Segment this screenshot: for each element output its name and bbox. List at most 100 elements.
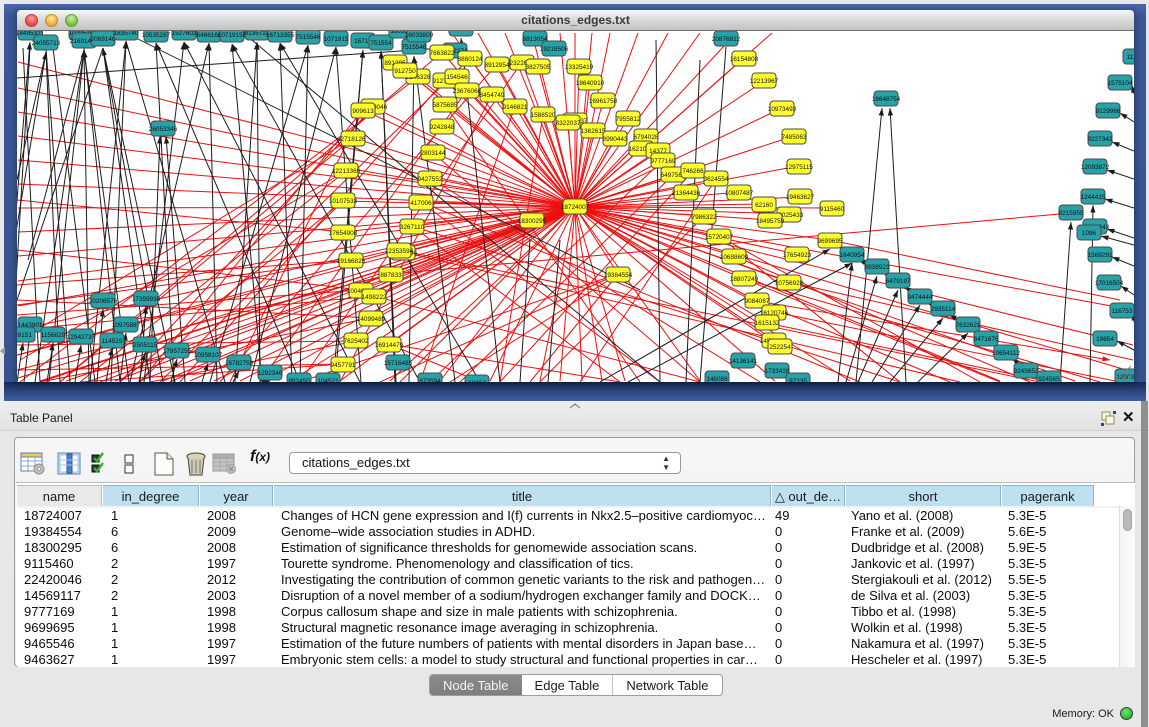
svg-text:12213369: 12213369 [332, 168, 361, 175]
svg-text:1292346: 1292346 [258, 370, 283, 377]
svg-text:12353594: 12353594 [385, 248, 414, 255]
svg-text:7986322: 7986322 [692, 214, 717, 221]
svg-text:9245652: 9245652 [1014, 368, 1039, 375]
svg-text:10654112: 10654112 [992, 350, 1020, 357]
svg-text:97235: 97235 [789, 378, 807, 382]
svg-text:10975887: 10975887 [112, 322, 141, 329]
svg-text:417006: 417006 [410, 200, 432, 207]
svg-text:12213967: 12213967 [750, 78, 779, 85]
svg-text:8322037: 8322037 [556, 120, 581, 127]
svg-text:1156829: 1156829 [41, 332, 66, 339]
svg-text:16033809: 16033809 [405, 32, 434, 39]
svg-text:8938923: 8938923 [865, 264, 890, 271]
svg-text:146086: 146086 [706, 376, 728, 382]
svg-text:1096: 1096 [1082, 230, 1097, 237]
svg-text:992450: 992450 [288, 378, 310, 382]
svg-text:19166825: 19166825 [337, 258, 366, 265]
svg-text:8990443: 8990443 [603, 136, 628, 143]
svg-text:1498222: 1498222 [362, 294, 387, 301]
svg-text:7515546: 7515546 [296, 34, 321, 41]
svg-text:924565: 924565 [1038, 376, 1060, 382]
svg-text:2803144: 2803144 [421, 150, 446, 157]
svg-text:873594: 873594 [419, 378, 441, 382]
svg-text:8215955: 8215955 [1059, 210, 1084, 217]
svg-text:19654: 19654 [1096, 336, 1114, 343]
svg-text:7955812: 7955812 [616, 116, 641, 123]
svg-text:10535287: 10535287 [142, 32, 171, 39]
svg-text:6794028: 6794028 [634, 134, 659, 141]
svg-text:12093872: 12093872 [1081, 164, 1110, 171]
svg-text:24055713: 24055713 [32, 40, 61, 47]
svg-text:1362615: 1362615 [581, 128, 606, 135]
svg-text:116753: 116753 [1112, 308, 1133, 315]
svg-text:10958107: 10958107 [194, 352, 223, 359]
svg-text:16782759: 16782759 [225, 360, 254, 367]
svg-text:17654923: 17654923 [783, 252, 812, 259]
svg-text:14136141: 14136141 [729, 358, 758, 365]
svg-text:1071915: 1071915 [324, 36, 349, 43]
svg-text:3827505: 3827505 [526, 64, 551, 71]
svg-text:114519: 114519 [102, 338, 123, 345]
svg-text:1569291: 1569291 [1088, 252, 1113, 259]
svg-text:10464: 10464 [468, 380, 486, 382]
svg-text:18300295: 18300295 [518, 218, 547, 225]
svg-text:17957255: 17957255 [163, 348, 192, 355]
svg-text:18640910: 18640910 [576, 80, 605, 87]
svg-text:18495759: 18495759 [756, 218, 785, 225]
svg-text:8454749: 8454749 [480, 92, 505, 99]
svg-text:1588520: 1588520 [531, 112, 556, 119]
svg-text:18724007: 18724007 [561, 204, 590, 211]
svg-text:909613: 909613 [352, 108, 374, 115]
svg-text:9084067: 9084067 [745, 298, 770, 305]
svg-text:154546: 154546 [446, 74, 468, 81]
svg-text:1733426: 1733426 [765, 368, 790, 375]
svg-text:1835740: 1835740 [114, 31, 139, 37]
svg-text:14099489: 14099489 [357, 316, 386, 323]
svg-text:62160: 62160 [755, 202, 773, 209]
svg-text:751554: 751554 [370, 40, 392, 47]
svg-text:20206576: 20206576 [89, 298, 118, 305]
svg-text:7632621: 7632621 [956, 322, 981, 329]
svg-text:2935114: 2935114 [931, 306, 956, 313]
svg-text:26053346: 26053346 [149, 126, 178, 133]
svg-text:10973493: 10973493 [768, 106, 797, 113]
svg-text:9129966: 9129966 [1096, 108, 1121, 115]
svg-text:19384554: 19384554 [604, 272, 633, 279]
svg-text:10688609: 10688609 [720, 254, 749, 261]
svg-text:7625402: 7625402 [344, 338, 369, 345]
svg-text:3267110: 3267110 [400, 224, 425, 231]
svg-text:16648754: 16648754 [872, 96, 901, 103]
svg-text:17654908: 17654908 [329, 230, 358, 237]
svg-text:5875685: 5875685 [433, 102, 458, 109]
svg-text:9457791: 9457791 [331, 362, 356, 369]
svg-text:1244415: 1244415 [1081, 194, 1106, 201]
svg-text:9227342: 9227342 [1088, 136, 1113, 143]
svg-text:9474444: 9474444 [908, 294, 933, 301]
svg-text:887833: 887833 [380, 272, 402, 279]
svg-text:17359938: 17359938 [132, 296, 161, 303]
svg-text:23676068: 23676068 [453, 88, 482, 95]
svg-text:104521: 104521 [317, 378, 339, 382]
svg-text:20876812: 20876812 [712, 36, 741, 43]
svg-text:16914479: 16914479 [375, 342, 404, 349]
svg-text:9699695: 9699695 [818, 238, 843, 245]
svg-text:11123: 11123 [1127, 54, 1134, 61]
svg-text:1615132: 1615132 [755, 320, 780, 327]
svg-text:19463627: 19463627 [786, 194, 815, 201]
svg-text:9146821: 9146821 [503, 104, 528, 111]
svg-text:252254: 252254 [769, 344, 791, 351]
svg-text:9242848: 9242848 [430, 124, 455, 131]
svg-text:203377: 203377 [450, 31, 472, 33]
svg-text:9115460: 9115460 [820, 206, 845, 213]
svg-text:9427552: 9427552 [418, 176, 443, 183]
svg-text:7485063: 7485063 [782, 134, 807, 141]
svg-text:8912954: 8912954 [485, 62, 510, 69]
svg-text:7515546: 7515546 [402, 44, 427, 51]
svg-text:2718126: 2718126 [341, 136, 366, 143]
svg-text:912750: 912750 [394, 68, 416, 75]
svg-text:9777169: 9777169 [651, 158, 676, 165]
svg-text:7663822: 7663822 [430, 50, 455, 57]
svg-text:1527602: 1527602 [172, 31, 197, 37]
svg-text:12975115: 12975115 [785, 164, 813, 171]
svg-text:16961758: 16961758 [589, 98, 618, 105]
